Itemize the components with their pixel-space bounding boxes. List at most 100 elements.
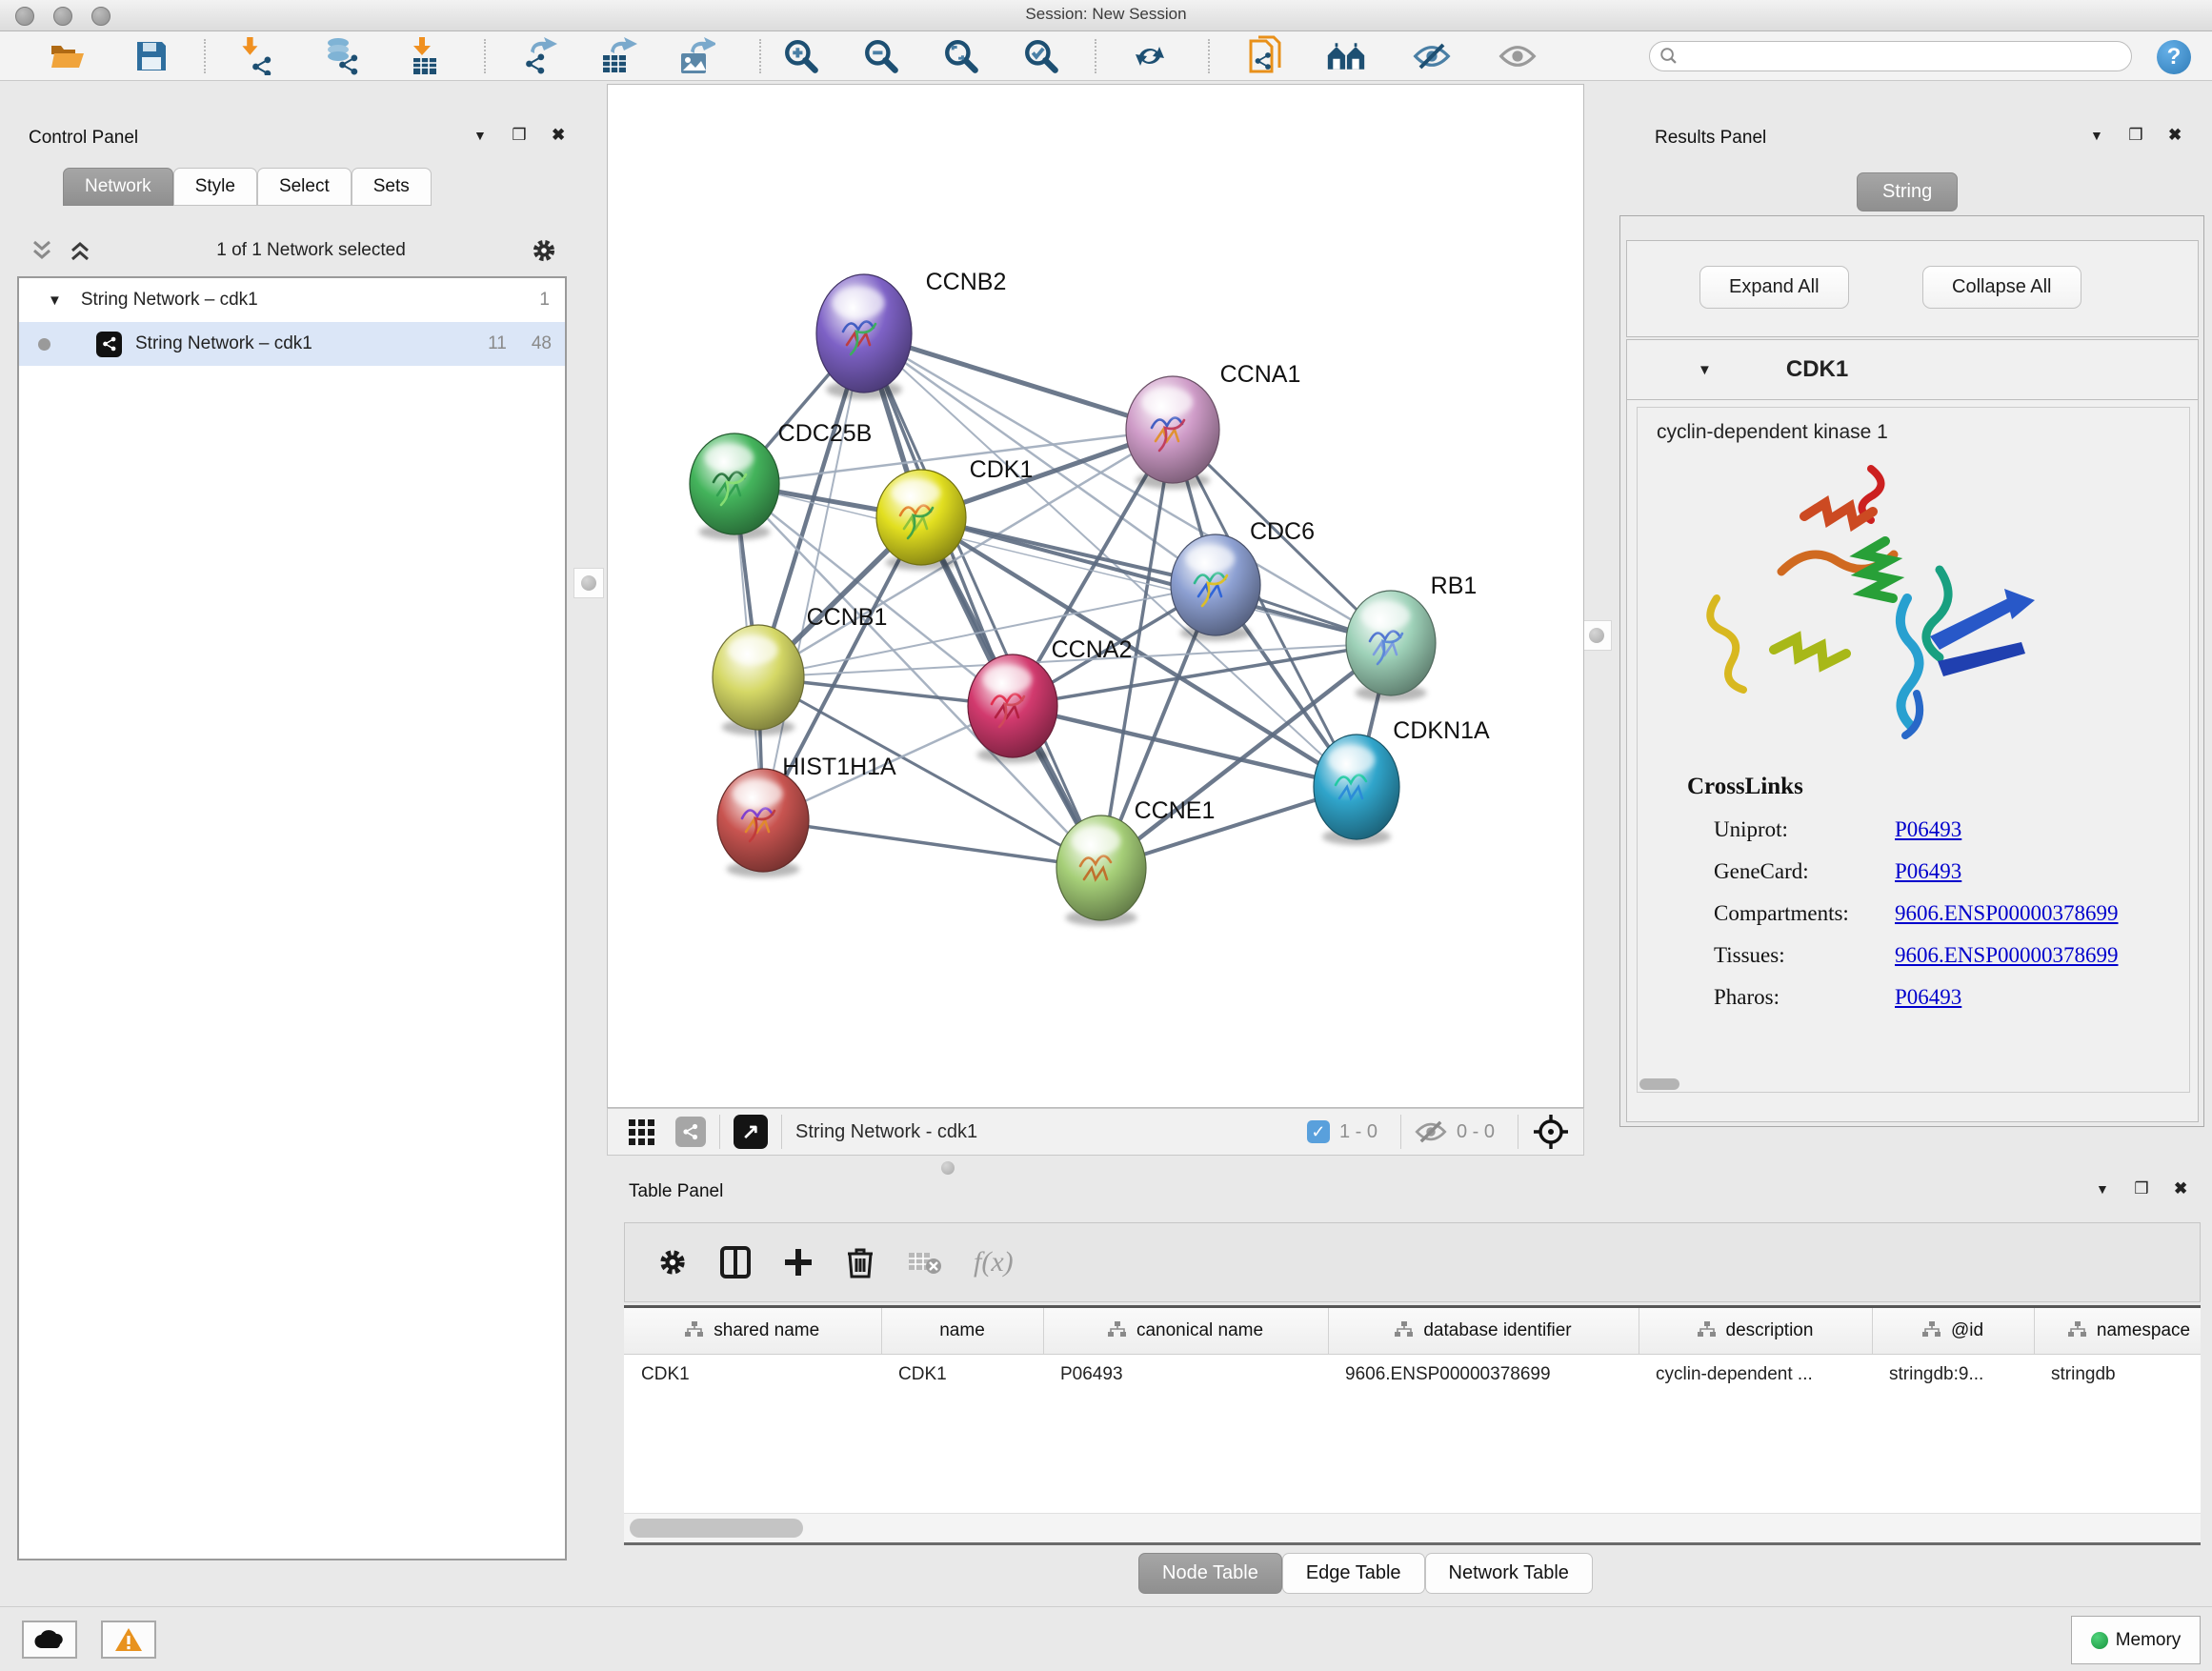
network-node-CDC6[interactable] <box>1171 534 1260 641</box>
zoom-selected-icon[interactable] <box>1021 37 1061 75</box>
table-options-gear-icon[interactable] <box>657 1247 688 1278</box>
network-edge[interactable] <box>763 333 864 820</box>
crosslink-link[interactable]: 9606.ENSP00000378699 <box>1895 943 2119 968</box>
save-session-icon[interactable] <box>131 37 171 75</box>
column-header[interactable]: description <box>1639 1308 1872 1355</box>
tab-string[interactable]: String <box>1857 172 1958 211</box>
zoom-fit-icon[interactable] <box>941 37 981 75</box>
network-node-CCNA1[interactable] <box>1126 376 1219 489</box>
network-graph[interactable]: CCNB2CCNA1CDC25BCDK1CDC6RB1CCNB1CCNA2CDK… <box>608 85 1583 1107</box>
collapse-all-button[interactable]: Collapse All <box>1922 266 2081 309</box>
network-edge[interactable] <box>1013 706 1357 787</box>
collection-expander-icon[interactable]: ▼ <box>48 292 62 309</box>
expand-all-networks-icon[interactable] <box>30 238 53 263</box>
panel-close-icon[interactable]: ✖ <box>552 126 565 145</box>
left-splitter-handle[interactable] <box>573 568 604 598</box>
export-network-icon[interactable] <box>518 37 558 75</box>
network-node-CCNB2[interactable] <box>816 274 912 399</box>
zoom-in-icon[interactable] <box>781 37 821 75</box>
apply-layout-icon[interactable] <box>1130 37 1170 75</box>
network-node-CCNB1[interactable] <box>713 625 804 735</box>
network-row[interactable]: String Network – cdk1 11 48 <box>19 322 565 366</box>
table-hscrollbar[interactable] <box>624 1513 2201 1542</box>
crosslink-link[interactable]: P06493 <box>1895 985 1961 1010</box>
memory-button[interactable]: Memory <box>2071 1616 2201 1664</box>
add-column-icon[interactable] <box>783 1247 814 1278</box>
crosslink-link[interactable]: 9606.ENSP00000378699 <box>1895 901 2119 926</box>
panel-float-icon[interactable]: ▼ <box>2090 128 2103 143</box>
cloud-status-button[interactable] <box>22 1621 77 1659</box>
tab-select[interactable]: Select <box>257 168 352 206</box>
open-session-icon[interactable] <box>48 37 88 75</box>
import-network-file-icon[interactable] <box>238 37 278 75</box>
panel-close-icon[interactable]: ✖ <box>2168 126 2182 145</box>
column-header[interactable]: namespace <box>2034 1308 2201 1355</box>
show-all-icon[interactable] <box>1498 37 1538 75</box>
column-header[interactable]: database identifier <box>1328 1308 1639 1355</box>
crosslink-link[interactable]: P06493 <box>1895 817 1961 842</box>
selected-checkbox-icon[interactable]: ✓ <box>1307 1120 1330 1143</box>
cell-shared-name[interactable]: CDK1 <box>624 1355 881 1396</box>
toolbar-search[interactable] <box>1649 41 2132 71</box>
network-edge[interactable] <box>864 333 1101 868</box>
cell-name[interactable]: CDK1 <box>881 1355 1043 1396</box>
column-header[interactable]: canonical name <box>1043 1308 1328 1355</box>
neighborhood-houses-icon[interactable] <box>1326 37 1366 75</box>
hide-selected-icon[interactable] <box>1412 37 1452 75</box>
delete-column-icon[interactable] <box>846 1246 875 1278</box>
network-share-view-icon[interactable] <box>675 1117 706 1147</box>
tab-node-table[interactable]: Node Table <box>1138 1553 1282 1594</box>
panel-float-icon[interactable]: ▼ <box>473 128 487 143</box>
tab-network-table[interactable]: Network Table <box>1425 1553 1593 1594</box>
zoom-out-icon[interactable] <box>861 37 901 75</box>
export-image-icon[interactable] <box>676 37 716 75</box>
column-header[interactable]: @id <box>1872 1308 2034 1355</box>
tab-sets[interactable]: Sets <box>352 168 432 206</box>
panel-maximize-icon[interactable]: ❒ <box>512 126 526 145</box>
network-collection-row[interactable]: ▼ String Network – cdk1 1 <box>19 278 565 322</box>
network-node-RB1[interactable] <box>1346 591 1436 701</box>
cell-database-identifier[interactable]: 9606.ENSP00000378699 <box>1328 1355 1639 1396</box>
table-hscroll-thumb[interactable] <box>630 1519 803 1538</box>
import-network-database-icon[interactable] <box>322 37 362 75</box>
network-options-gear-icon[interactable] <box>531 237 557 264</box>
network-edge[interactable] <box>763 820 1101 868</box>
import-table-file-icon[interactable] <box>404 37 444 75</box>
detach-view-icon[interactable]: ↗ <box>734 1115 768 1149</box>
panel-maximize-icon[interactable]: ❒ <box>2128 126 2142 145</box>
network-node-HIST1H1A[interactable] <box>717 769 809 877</box>
help-button[interactable]: ? <box>2157 40 2191 74</box>
collapse-all-networks-icon[interactable] <box>69 238 91 263</box>
warnings-button[interactable] <box>101 1621 156 1659</box>
expand-all-button[interactable]: Expand All <box>1699 266 1849 309</box>
panel-close-icon[interactable]: ✖ <box>2174 1179 2187 1198</box>
crosslink-link[interactable]: P06493 <box>1895 859 1961 884</box>
panel-float-icon[interactable]: ▼ <box>2096 1181 2109 1197</box>
search-input[interactable] <box>1679 47 2101 66</box>
cell-id[interactable]: stringdb:9... <box>1872 1355 2034 1396</box>
right-splitter-handle[interactable] <box>1581 620 1612 651</box>
export-table-icon[interactable] <box>598 37 638 75</box>
entry-scrollbar-thumb[interactable] <box>1639 1078 1679 1090</box>
network-canvas[interactable]: CCNB2CCNA1CDC25BCDK1CDC6RB1CCNB1CCNA2CDK… <box>607 84 1584 1108</box>
cell-namespace[interactable]: stringdb <box>2034 1355 2201 1396</box>
network-grid-mode-icon[interactable] <box>629 1119 654 1145</box>
table-row[interactable]: CDK1 CDK1 P06493 9606.ENSP00000378699 cy… <box>624 1355 2201 1396</box>
show-columns-icon[interactable] <box>720 1246 751 1278</box>
network-node-CDKN1A[interactable] <box>1314 735 1399 845</box>
tab-edge-table[interactable]: Edge Table <box>1282 1553 1425 1594</box>
network-node-CCNA2[interactable] <box>968 654 1057 763</box>
network-node-CDC25B[interactable] <box>690 433 779 540</box>
cell-canonical-name[interactable]: P06493 <box>1043 1355 1328 1396</box>
tab-network[interactable]: Network <box>63 168 173 206</box>
column-header[interactable]: name <box>881 1308 1043 1355</box>
entry-expander-icon[interactable]: ▼ <box>1698 362 1712 378</box>
network-from-selection-icon[interactable] <box>1246 37 1286 75</box>
birds-eye-view-icon[interactable] <box>1532 1113 1570 1151</box>
result-entry-header[interactable]: ▼ CDK1 <box>1627 340 2198 400</box>
panel-maximize-icon[interactable]: ❒ <box>2134 1179 2148 1198</box>
tab-style[interactable]: Style <box>173 168 257 206</box>
network-node-CCNE1[interactable] <box>1056 815 1146 926</box>
cell-description[interactable]: cyclin-dependent ... <box>1639 1355 1872 1396</box>
column-header[interactable]: shared name <box>624 1308 881 1355</box>
